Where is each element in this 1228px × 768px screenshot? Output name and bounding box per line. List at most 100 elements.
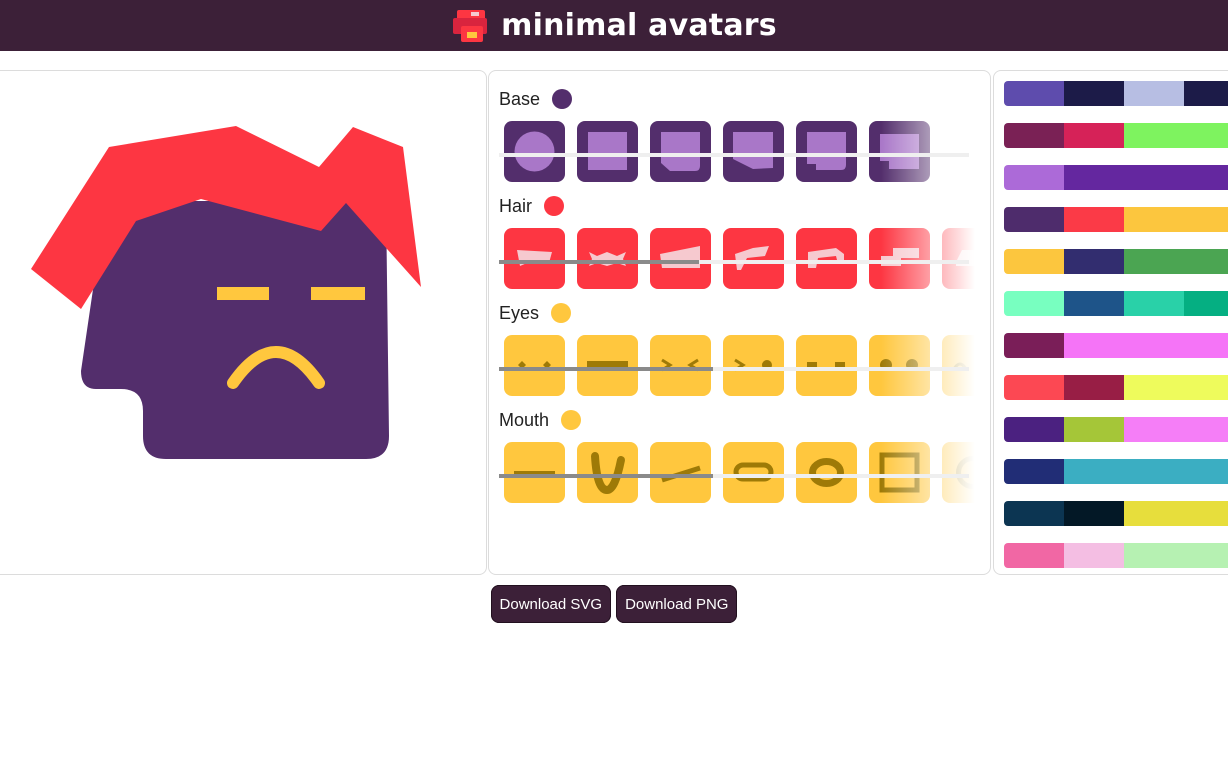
palette-option-1[interactable]	[1004, 81, 1228, 106]
palette-swatch	[1184, 291, 1228, 316]
palette-swatch	[1184, 207, 1228, 232]
download-buttons: Download SVG Download PNG	[0, 585, 1228, 623]
palette-swatch	[1184, 417, 1228, 442]
palette-swatch	[1124, 417, 1184, 442]
controls-panel: Base Hair Eyes Mouth	[488, 70, 991, 575]
palette-option-6[interactable]	[1004, 291, 1228, 316]
palette-swatch	[1064, 333, 1124, 358]
eyes-option-bar[interactable]	[577, 335, 638, 396]
section-label-mouth: Mouth	[499, 409, 550, 430]
base-option-cut-corner[interactable]	[723, 121, 784, 182]
mouth-option-square[interactable]	[869, 442, 930, 503]
hair-scrollbar[interactable]	[499, 260, 969, 264]
palette-swatch	[1004, 375, 1064, 400]
palette-swatch	[1004, 291, 1064, 316]
palette-swatch	[1004, 165, 1064, 190]
hair-scrollbar-thumb[interactable]	[499, 260, 699, 264]
eyes-option-diamonds[interactable]	[504, 335, 565, 396]
hair-color-picker[interactable]	[544, 196, 565, 216]
palette-swatch	[1124, 249, 1184, 274]
palette-swatch	[1064, 501, 1124, 526]
palette-option-2[interactable]	[1004, 123, 1228, 148]
base-option-step[interactable]	[869, 121, 930, 182]
eyes-option-squint[interactable]	[650, 335, 711, 396]
palette-swatch	[1064, 123, 1124, 148]
palette-swatch	[1064, 459, 1124, 484]
hair-option-5[interactable]	[796, 228, 857, 289]
palette-option-11[interactable]	[1004, 501, 1228, 526]
palette-option-10[interactable]	[1004, 459, 1228, 484]
palette-option-3[interactable]	[1004, 165, 1228, 190]
mouth-option-oval[interactable]	[796, 442, 857, 503]
base-color-picker[interactable]	[552, 89, 573, 109]
avatar-preview	[31, 126, 421, 459]
palette-swatch	[1184, 123, 1228, 148]
base-option-rounded[interactable]	[796, 121, 857, 182]
palette-swatch	[1184, 459, 1228, 484]
hair-option-6[interactable]	[869, 228, 930, 289]
eyes-color-picker[interactable]	[551, 303, 572, 323]
palette-option-7[interactable]	[1004, 333, 1228, 358]
mouth-scrollbar[interactable]	[499, 474, 969, 478]
eyes-option-arcs[interactable]	[942, 335, 990, 396]
palette-swatch	[1064, 417, 1124, 442]
hair-option-1[interactable]	[504, 228, 565, 289]
stacked-cube-logo-icon	[453, 9, 488, 42]
palette-option-9[interactable]	[1004, 417, 1228, 442]
hair-option-2[interactable]	[577, 228, 638, 289]
avatar-left-eye	[217, 287, 269, 300]
palette-swatch	[1184, 543, 1228, 568]
palette-option-4[interactable]	[1004, 207, 1228, 232]
eyes-scrollbar-thumb[interactable]	[499, 367, 713, 371]
palette-option-5[interactable]	[1004, 249, 1228, 274]
section-eyes: Eyes	[499, 301, 990, 401]
palette-swatch	[1064, 207, 1124, 232]
mouth-option-slant[interactable]	[650, 442, 711, 503]
palette-swatch	[1184, 375, 1228, 400]
palette-swatch	[1124, 543, 1184, 568]
palette-swatch	[1124, 207, 1184, 232]
palette-panel	[993, 70, 1228, 575]
palette-swatch	[1124, 165, 1184, 190]
avatar-base	[81, 201, 389, 459]
app-title: minimal avatars	[501, 8, 777, 43]
palette-swatch	[1184, 501, 1228, 526]
palette-option-12[interactable]	[1004, 543, 1228, 568]
eyes-option-wink[interactable]	[723, 335, 784, 396]
mouth-scrollbar-thumb[interactable]	[499, 474, 713, 478]
base-option-circle[interactable]	[504, 121, 565, 182]
download-png-button[interactable]: Download PNG	[616, 585, 738, 623]
hair-option-7[interactable]	[942, 228, 990, 289]
hair-option-4[interactable]	[723, 228, 784, 289]
palette-swatch	[1004, 501, 1064, 526]
base-scrollbar[interactable]	[499, 153, 969, 157]
palette-swatch	[1064, 165, 1124, 190]
base-option-notched[interactable]	[650, 121, 711, 182]
section-label-hair: Hair	[499, 195, 533, 216]
palette-swatch	[1124, 81, 1184, 106]
eyes-scrollbar[interactable]	[499, 367, 969, 371]
section-label-base: Base	[499, 88, 541, 109]
palette-swatch	[1004, 81, 1064, 106]
palette-swatch	[1004, 123, 1064, 148]
mouth-option-v[interactable]	[577, 442, 638, 503]
palette-swatch	[1184, 81, 1228, 106]
palette-option-8[interactable]	[1004, 375, 1228, 400]
palette-swatch	[1124, 123, 1184, 148]
app-header: minimal avatars	[0, 0, 1228, 51]
mouth-option-circle[interactable]	[942, 442, 990, 503]
section-hair: Hair	[499, 194, 990, 294]
base-option-square[interactable]	[577, 121, 638, 182]
hair-option-3[interactable]	[650, 228, 711, 289]
eyes-option-dots[interactable]	[869, 335, 930, 396]
mouth-color-picker[interactable]	[561, 410, 582, 430]
eyes-option-dashes[interactable]	[796, 335, 857, 396]
section-label-eyes: Eyes	[499, 302, 540, 323]
mouth-option-pill[interactable]	[723, 442, 784, 503]
section-base: Base	[499, 87, 990, 187]
mouth-option-line[interactable]	[504, 442, 565, 503]
download-svg-button[interactable]: Download SVG	[490, 585, 612, 623]
palette-swatch	[1124, 501, 1184, 526]
palette-swatch	[1004, 459, 1064, 484]
palette-swatch	[1004, 249, 1064, 274]
